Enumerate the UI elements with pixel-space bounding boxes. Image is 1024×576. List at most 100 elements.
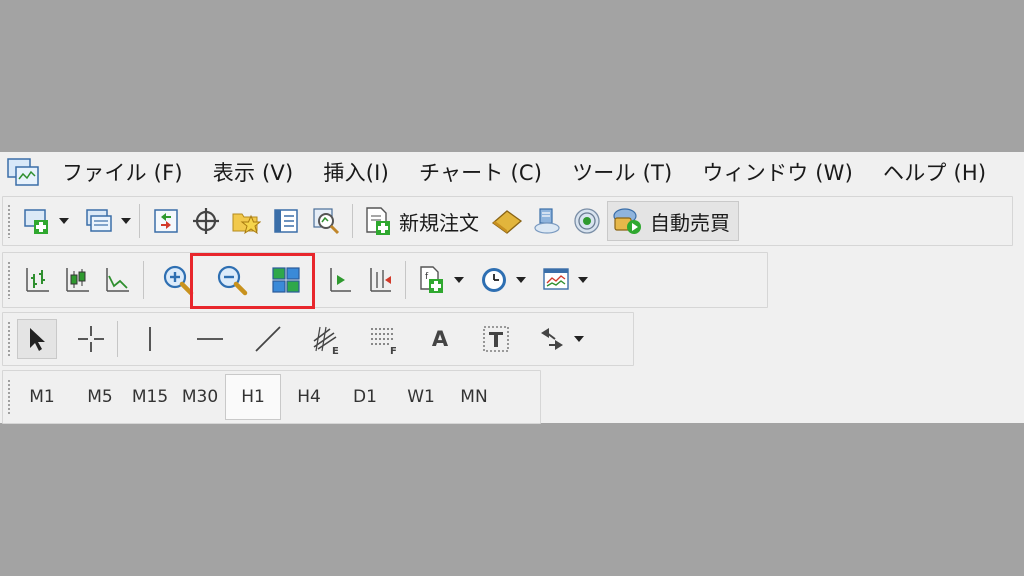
timeframe-w1[interactable]: W1 (393, 374, 449, 420)
equidistant-channel-button[interactable]: E (306, 319, 346, 359)
strategy-tester-icon (313, 208, 340, 235)
text-tool-button[interactable]: A (420, 319, 460, 359)
market-watch-button[interactable] (146, 201, 186, 241)
terminal-icon (274, 209, 298, 233)
new-order-icon (366, 207, 390, 235)
menu-tools[interactable]: ツール (T) (564, 157, 694, 187)
toolbar-grip[interactable] (7, 204, 11, 238)
periods-button[interactable] (474, 260, 514, 300)
indicators-icon: f (420, 266, 443, 293)
indicators-button[interactable]: f (412, 260, 452, 300)
trendline-button[interactable] (248, 319, 288, 359)
profiles-button[interactable] (79, 201, 119, 241)
cloud-server-icon (534, 208, 560, 234)
profiles-dropdown[interactable] (119, 201, 133, 241)
book-icon (491, 210, 523, 234)
menu-view[interactable]: 表示 (V) (205, 157, 316, 187)
line-chart-icon (106, 268, 129, 292)
chart-shift-button[interactable] (319, 260, 359, 300)
svg-text:F: F (390, 346, 397, 355)
cursor-arrow-icon (30, 328, 45, 351)
metaeditor-button[interactable] (487, 201, 527, 241)
arrows-dropdown[interactable] (572, 319, 586, 359)
arrows-icon (541, 328, 563, 350)
menu-help[interactable]: ヘルプ (H) (875, 157, 1008, 187)
crosshair-button[interactable] (71, 319, 111, 359)
signals-button[interactable] (567, 201, 607, 241)
terminal-button[interactable] (266, 201, 306, 241)
chart-shift-icon (330, 268, 351, 292)
bar-chart-button[interactable] (17, 260, 57, 300)
cursor-button[interactable] (17, 319, 57, 359)
menu-bar: ファイル (F) 表示 (V) 挿入(I) チャート (C) ツール (T) ウ… (0, 152, 1024, 192)
timeframe-d1[interactable]: D1 (337, 374, 393, 420)
menu-insert[interactable]: 挿入(I) (315, 157, 411, 187)
application-window: ファイル (F) 表示 (V) 挿入(I) チャート (C) ツール (T) ウ… (0, 152, 1024, 424)
periodicity-toolbar: M1 M5 M15 M30 H1 H4 D1 W1 MN (2, 370, 541, 424)
auto-scroll-icon (370, 268, 391, 292)
candlestick-button[interactable] (57, 260, 97, 300)
text-tool-label: A (431, 327, 449, 351)
text-label-button[interactable] (476, 319, 516, 359)
menu-file[interactable]: ファイル (F) (54, 157, 205, 187)
arrows-button[interactable] (532, 319, 572, 359)
auto-scroll-button[interactable] (359, 260, 399, 300)
toolbar-separator (139, 204, 140, 238)
navigator-button[interactable] (226, 201, 266, 241)
menu-window[interactable]: ウィンドウ (W) (694, 157, 875, 187)
timeframe-m30[interactable]: M30 (175, 374, 225, 420)
charts-toolbar: f (2, 252, 768, 308)
crosshair-tool-icon (78, 326, 104, 352)
fibonacci-f-icon: F (371, 328, 397, 355)
clock-icon (482, 268, 506, 292)
community-button[interactable] (527, 201, 567, 241)
timeframe-h1[interactable]: H1 (225, 374, 281, 420)
profiles-icon (86, 209, 112, 232)
templates-button[interactable] (536, 260, 576, 300)
new-chart-icon (24, 209, 48, 234)
toolbar-separator (143, 261, 144, 299)
line-chart-button[interactable] (97, 260, 137, 300)
app-logo-icon (6, 155, 40, 189)
auto-trading-button[interactable]: 自動売買 (607, 201, 739, 241)
timeframe-m15[interactable]: M15 (125, 374, 175, 420)
toolbar-separator (405, 261, 406, 299)
crosshair-icon (193, 208, 219, 234)
bar-chart-icon (26, 268, 49, 292)
toolbar-grip[interactable] (7, 261, 11, 299)
new-chart-dropdown[interactable] (57, 201, 71, 241)
new-order-label: 新規注文 (399, 210, 479, 235)
timeframe-h4[interactable]: H4 (281, 374, 337, 420)
zoom-highlight-box (190, 253, 315, 309)
market-watch-icon (154, 209, 178, 233)
channel-e-icon: E (313, 326, 339, 355)
toolbar-separator (352, 204, 353, 238)
menu-chart[interactable]: チャート (C) (411, 157, 564, 187)
toolbar-grip[interactable] (7, 378, 11, 416)
standard-toolbar: 新規注文 自動売買 (2, 196, 1013, 246)
new-chart-button[interactable] (17, 201, 57, 241)
new-order-button[interactable]: 新規注文 (359, 201, 487, 241)
svg-text:E: E (332, 346, 339, 355)
timeframe-m5[interactable]: M5 (75, 374, 125, 420)
timeframe-m1[interactable]: M1 (17, 374, 67, 420)
horizontal-line-icon (197, 338, 223, 340)
periods-dropdown[interactable] (514, 260, 528, 300)
horizontal-line-button[interactable] (190, 319, 230, 359)
timeframe-mn[interactable]: MN (449, 374, 499, 420)
trendline-icon (255, 326, 281, 352)
indicators-dropdown[interactable] (452, 260, 466, 300)
strategy-tester-button[interactable] (306, 201, 346, 241)
vertical-line-button[interactable] (130, 319, 170, 359)
fibonacci-button[interactable]: F (364, 319, 404, 359)
toolbar-grip[interactable] (7, 320, 11, 358)
templates-dropdown[interactable] (576, 260, 590, 300)
toolbar-separator (117, 320, 118, 358)
data-window-button[interactable] (186, 201, 226, 241)
auto-trading-icon (613, 208, 641, 234)
auto-trading-label: 自動売買 (650, 210, 730, 235)
templates-icon (543, 268, 569, 290)
signals-icon (574, 208, 600, 234)
candlestick-icon (66, 268, 89, 292)
vertical-line-icon (149, 327, 151, 351)
